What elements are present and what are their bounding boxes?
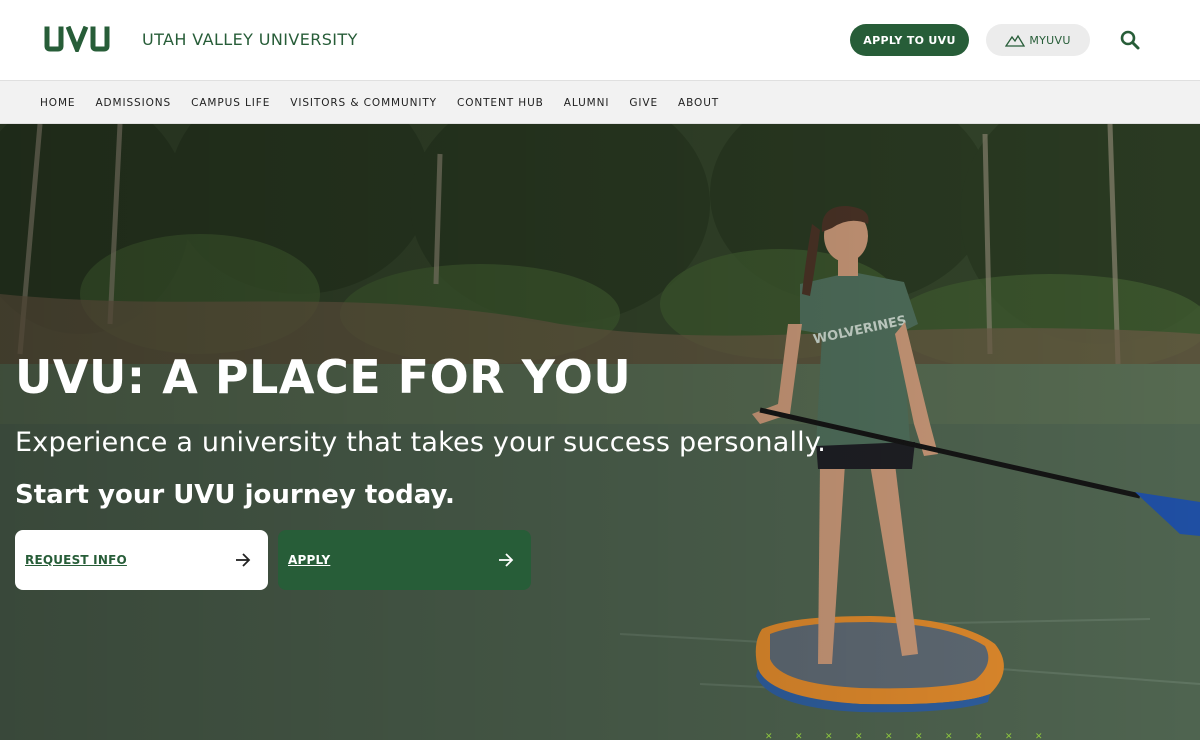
- apply-button[interactable]: APPLY: [278, 530, 531, 590]
- site-header: UTAH VALLEY UNIVERSITY APPLY TO UVU MYUV…: [0, 0, 1200, 80]
- nav-list: HOME ADMISSIONS CAMPUS LIFE VISITORS & C…: [40, 81, 719, 125]
- request-info-button[interactable]: REQUEST INFO: [15, 530, 268, 590]
- x-mark-icon: ✕: [885, 732, 893, 740]
- arrow-right-icon: [499, 553, 514, 567]
- hero-cta-text: Start your UVU journey today.: [15, 480, 455, 510]
- hero-subtitle: Experience a university that takes your …: [15, 427, 826, 458]
- decorative-pattern: ✕ ✕ ✕ ✕ ✕ ✕ ✕ ✕ ✕ ✕: [765, 732, 1045, 740]
- nav-item-home[interactable]: HOME: [40, 97, 75, 109]
- x-mark-icon: ✕: [915, 732, 923, 740]
- x-mark-icon: ✕: [765, 732, 773, 740]
- hero-section: WOLVERINES UVU: A PLACE FOR YOU Experien…: [0, 124, 1200, 740]
- x-mark-icon: ✕: [975, 732, 983, 740]
- x-mark-icon: ✕: [855, 732, 863, 740]
- request-info-label: REQUEST INFO: [25, 553, 127, 567]
- apply-to-uvu-label: APPLY TO UVU: [863, 33, 956, 47]
- nav-item-alumni[interactable]: ALUMNI: [564, 97, 610, 109]
- site-name[interactable]: UTAH VALLEY UNIVERSITY: [142, 30, 358, 49]
- x-mark-icon: ✕: [825, 732, 833, 740]
- x-mark-icon: ✕: [945, 732, 953, 740]
- hero-title: UVU: A PLACE FOR YOU: [15, 350, 632, 404]
- nav-item-give[interactable]: GIVE: [629, 97, 658, 109]
- nav-item-visitors-community[interactable]: VISITORS & COMMUNITY: [290, 97, 437, 109]
- myuvu-label: MYUVU: [1029, 33, 1071, 47]
- nav-item-content-hub[interactable]: CONTENT HUB: [457, 97, 544, 109]
- myuvu-button[interactable]: MYUVU: [986, 24, 1090, 56]
- nav-item-campus-life[interactable]: CAMPUS LIFE: [191, 97, 270, 109]
- main-nav: HOME ADMISSIONS CAMPUS LIFE VISITORS & C…: [0, 80, 1200, 124]
- x-mark-icon: ✕: [1005, 732, 1013, 740]
- apply-label: APPLY: [288, 553, 331, 567]
- nav-item-about[interactable]: ABOUT: [678, 97, 719, 109]
- mountain-icon: [1005, 34, 1026, 47]
- apply-to-uvu-button[interactable]: APPLY TO UVU: [850, 24, 969, 56]
- uvu-logo[interactable]: [44, 26, 112, 52]
- search-icon[interactable]: [1118, 28, 1142, 52]
- nav-item-admissions[interactable]: ADMISSIONS: [95, 97, 171, 109]
- arrow-right-icon: [236, 553, 251, 567]
- x-mark-icon: ✕: [1035, 732, 1043, 740]
- x-mark-icon: ✕: [795, 732, 803, 740]
